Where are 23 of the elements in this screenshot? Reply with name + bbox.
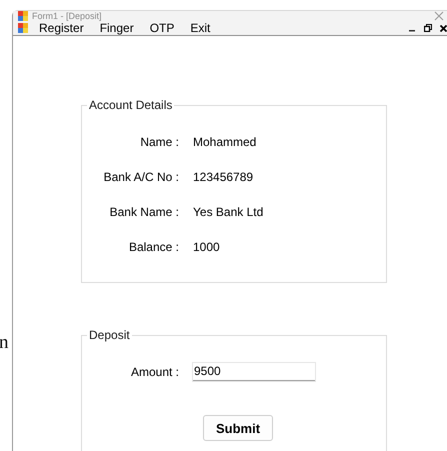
field-value: Yes Bank Ltd xyxy=(193,204,264,218)
submit-button[interactable]: Submit xyxy=(203,415,273,441)
menu-item[interactable]: Register xyxy=(31,21,92,35)
menu-item[interactable]: OTP xyxy=(142,21,182,35)
amount-field[interactable]: 9500 xyxy=(193,362,315,380)
field-value: 123456789 xyxy=(193,170,254,184)
close-icon[interactable] xyxy=(440,24,447,32)
field-label: Amount : xyxy=(130,364,179,378)
restore-icon[interactable] xyxy=(424,24,432,32)
menu-item[interactable]: Finger xyxy=(92,21,142,35)
window-title: Form1 - [Deposit] xyxy=(32,11,103,21)
group-title: Deposit xyxy=(88,328,131,342)
field-value: Mohammed xyxy=(193,134,258,148)
menu-item[interactable]: Exit xyxy=(182,21,218,35)
minimize-icon[interactable] xyxy=(409,30,415,32)
field-label: Balance : xyxy=(128,240,179,254)
app-icon xyxy=(18,23,28,33)
app-icon xyxy=(18,11,28,21)
field-value: 1000 xyxy=(193,240,221,254)
field-label: Bank Name : xyxy=(108,204,179,218)
field-label: Bank A/C No : xyxy=(102,170,179,184)
group-title: Account Details xyxy=(88,98,174,112)
field-label: Name : xyxy=(139,134,179,148)
